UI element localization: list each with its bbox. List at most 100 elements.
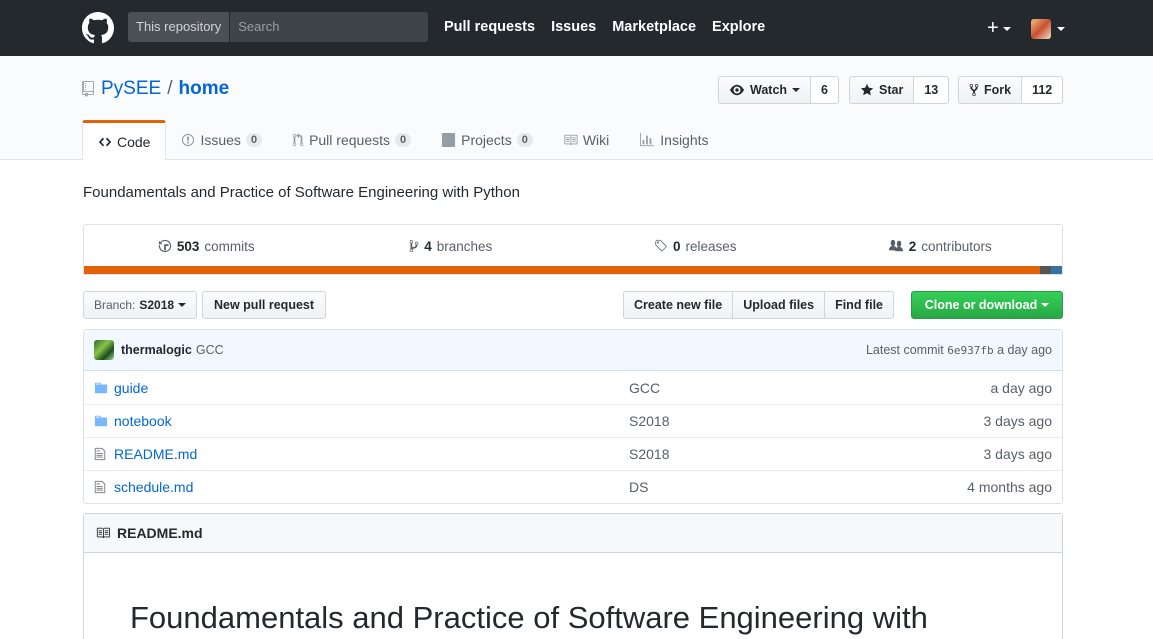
file-age: 3 days ago	[983, 413, 1053, 429]
nav-pull-requests[interactable]: Pull requests	[444, 19, 535, 35]
projects-counter: 0	[516, 133, 533, 147]
clone-label: Clone or download	[924, 298, 1038, 312]
search-form[interactable]: This repository Search	[128, 12, 428, 42]
branch-prefix: Branch:	[94, 298, 136, 312]
tab-pull-requests[interactable]: Pull requests 0	[277, 120, 426, 160]
language-segment[interactable]	[84, 266, 1041, 274]
watch-count[interactable]: 6	[811, 76, 839, 104]
watch-group: Watch 6	[718, 76, 839, 104]
commit-author-avatar[interactable]	[94, 340, 114, 360]
nav-issues[interactable]: Issues	[551, 19, 596, 35]
commits-link[interactable]: 503 commits	[84, 239, 329, 254]
contributors-link[interactable]: 2 contributors	[818, 239, 1063, 254]
file-row: guide GCC a day ago	[84, 371, 1062, 404]
fork-label: Fork	[984, 83, 1012, 97]
user-avatar[interactable]	[1031, 19, 1051, 39]
clone-download-button[interactable]: Clone or download	[911, 291, 1063, 319]
file-list: thermalogic GCC Latest commit 6e937fb a …	[83, 329, 1063, 504]
tab-issues[interactable]: Issues 0	[166, 120, 277, 160]
repo-description: Foundamentals and Practice of Software E…	[83, 184, 520, 201]
repo-name-link[interactable]: home	[178, 78, 229, 100]
pull-request-icon	[292, 133, 304, 147]
file-row: README.md S2018 3 days ago	[84, 437, 1062, 470]
repo-title: PySEE / home	[82, 78, 229, 100]
caret-down-icon[interactable]	[1057, 27, 1065, 31]
folder-icon	[84, 414, 114, 428]
fork-count[interactable]: 112	[1022, 76, 1064, 104]
file-commit-message[interactable]: S2018	[629, 413, 942, 429]
file-age: 3 days ago	[983, 446, 1053, 462]
tab-label: Pull requests	[309, 132, 390, 148]
branches-link[interactable]: 4 branches	[329, 239, 574, 254]
commit-message[interactable]: GCC	[196, 343, 224, 357]
file-name-link[interactable]: README.md	[114, 446, 629, 462]
tab-label: Wiki	[582, 132, 610, 148]
file-commit-message[interactable]: S2018	[629, 446, 942, 462]
file-name-link[interactable]: guide	[114, 380, 629, 396]
contributors-label: contributors	[921, 238, 992, 254]
releases-link[interactable]: 0 releases	[573, 239, 818, 254]
star-count[interactable]: 13	[914, 76, 950, 104]
caret-down-icon	[1002, 26, 1011, 31]
caret-down-icon	[1041, 303, 1050, 307]
latest-commit-bar: thermalogic GCC Latest commit 6e937fb a …	[84, 330, 1062, 371]
pull-requests-counter: 0	[395, 133, 412, 147]
file-age: a day ago	[990, 379, 1053, 396]
search-scope-label: This repository	[128, 12, 231, 42]
find-file-button[interactable]: Find file	[824, 291, 894, 319]
tab-insights[interactable]: Insights	[624, 120, 723, 160]
repo-header: PySEE / home Watch 6 Star 13 Fork 112 Co…	[0, 56, 1153, 161]
new-pull-request-button[interactable]: New pull request	[202, 291, 327, 319]
file-commit-message[interactable]: GCC	[629, 380, 942, 396]
watch-button[interactable]: Watch	[718, 76, 812, 104]
readme-heading: Foundamentals and Practice of Software E…	[130, 600, 928, 635]
language-segment[interactable]	[1040, 266, 1052, 274]
github-logo-icon[interactable]	[82, 12, 114, 44]
branch-name: S2018	[139, 298, 175, 312]
star-button[interactable]: Star	[849, 76, 915, 104]
tab-wiki[interactable]: Wiki	[548, 120, 624, 160]
readme-title: README.md	[117, 525, 203, 541]
file-name-link[interactable]: schedule.md	[114, 479, 629, 495]
header-nav: Pull requests Issues Marketplace Explore	[444, 19, 765, 35]
readme-header: README.md	[84, 514, 1062, 553]
create-new-dropdown[interactable]: +	[987, 16, 1011, 40]
language-bar[interactable]	[84, 266, 1062, 274]
upload-files-button[interactable]: Upload files	[732, 291, 826, 319]
caret-down-icon	[792, 88, 801, 92]
language-segment[interactable]	[1051, 266, 1062, 274]
book-icon	[96, 527, 110, 539]
repo-summary: 503 commits 4 branches 0 releases 2 cont…	[83, 224, 1063, 275]
organization-icon	[888, 239, 903, 252]
fork-button[interactable]: Fork	[958, 76, 1023, 104]
branch-select-button[interactable]: Branch: S2018	[83, 291, 198, 319]
tag-icon	[655, 239, 667, 252]
issue-icon	[182, 133, 195, 147]
commit-sha[interactable]: 6e937fb	[947, 344, 993, 357]
star-icon	[860, 83, 874, 96]
graph-icon	[640, 133, 655, 147]
commit-author[interactable]: thermalogic	[121, 343, 192, 357]
commits-count: 503	[176, 238, 200, 254]
tab-projects[interactable]: Projects 0	[426, 120, 548, 160]
search-input[interactable]: Search	[230, 12, 428, 42]
create-new-file-button[interactable]: Create new file	[623, 291, 734, 319]
global-header: This repository Search Pull requests Iss…	[0, 0, 1153, 56]
eye-icon	[730, 84, 744, 96]
branches-count: 4	[424, 238, 432, 254]
repo-icon	[82, 81, 94, 97]
plus-icon: +	[987, 17, 999, 39]
latest-commit-info: Latest commit 6e937fb a day ago	[866, 343, 1052, 357]
repo-owner-link[interactable]: PySEE	[101, 78, 161, 100]
fork-icon	[969, 83, 979, 97]
tab-code[interactable]: Code	[82, 120, 167, 161]
nav-marketplace[interactable]: Marketplace	[612, 19, 696, 35]
file-name-link[interactable]: notebook	[114, 413, 629, 429]
file-age: 4 months ago	[967, 479, 1052, 495]
file-commit-message[interactable]: DS	[629, 479, 942, 495]
project-icon	[442, 133, 456, 147]
file-icon	[84, 480, 114, 494]
branches-label: branches	[436, 238, 493, 254]
nav-explore[interactable]: Explore	[712, 19, 765, 35]
caret-down-icon	[178, 303, 187, 307]
